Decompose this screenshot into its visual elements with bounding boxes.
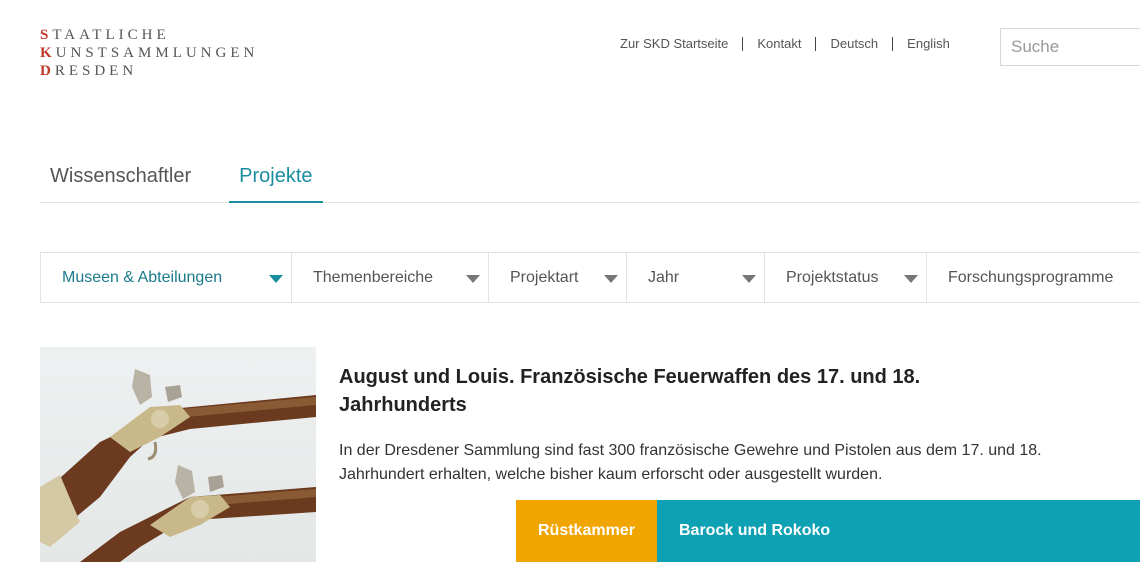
tab-projekte[interactable]: Projekte	[229, 150, 323, 203]
filter-museen-abteilungen[interactable]: Museen & Abteilungen	[41, 253, 292, 302]
filter-projektstatus[interactable]: Projektstatus	[765, 253, 927, 302]
chevron-down-icon	[269, 275, 283, 283]
chevron-down-icon	[604, 275, 618, 283]
project-title[interactable]: August und Louis. Französische Feuerwaff…	[339, 363, 939, 419]
project-description: In der Dresdener Sammlung sind fast 300 …	[339, 442, 1042, 483]
filter-themenbereiche[interactable]: Themenbereiche	[292, 253, 489, 302]
language-deutsch-link[interactable]: Deutsch	[815, 37, 892, 51]
filter-label: Projektart	[510, 268, 579, 286]
logo-line-3: DRESDEN	[40, 63, 138, 79]
language-english-link[interactable]: English	[892, 37, 964, 51]
filter-projektart[interactable]: Projektart	[489, 253, 627, 302]
filter-bar: Museen & Abteilungen Themenbereiche Proj…	[40, 252, 1140, 303]
logo-line-1: STAATLICHE	[40, 27, 170, 43]
filter-jahr[interactable]: Jahr	[627, 253, 765, 302]
filter-label: Museen & Abteilungen	[62, 268, 223, 286]
section-tabs: Wissenschaftler Projekte	[40, 150, 1140, 203]
filter-forschungsprogramme[interactable]: Forschungsprogramme	[927, 253, 1140, 302]
filter-label: Forschungsprogramme	[948, 268, 1114, 286]
logo-line-2: KUNSTSAMMLUNGEN	[40, 45, 259, 61]
tag-ruestkammer[interactable]: Rüstkammer	[516, 500, 657, 562]
chevron-down-icon	[742, 275, 756, 283]
tag-barock-rokoko[interactable]: Barock und Rokoko	[657, 500, 1140, 562]
filter-label: Projektstatus	[786, 268, 879, 286]
skd-logo[interactable]: STAATLICHE KUNSTSAMMLUNGEN DRESDEN	[40, 26, 258, 80]
filter-label: Themenbereiche	[313, 268, 434, 286]
contact-link[interactable]: Kontakt	[742, 37, 815, 51]
project-tags: Rüstkammer Barock und Rokoko	[516, 500, 1140, 562]
search-input[interactable]	[1000, 28, 1140, 66]
chevron-down-icon	[904, 275, 918, 283]
top-navigation: Zur SKD Startseite Kontakt Deutsch Engli…	[606, 37, 964, 51]
tab-wissenschaftler[interactable]: Wissenschaftler	[40, 150, 201, 203]
filter-label: Jahr	[648, 268, 680, 286]
pistols-illustration	[40, 369, 316, 562]
chevron-down-icon	[466, 275, 480, 283]
project-image[interactable]	[40, 347, 316, 562]
skd-home-link[interactable]: Zur SKD Startseite	[606, 37, 742, 51]
